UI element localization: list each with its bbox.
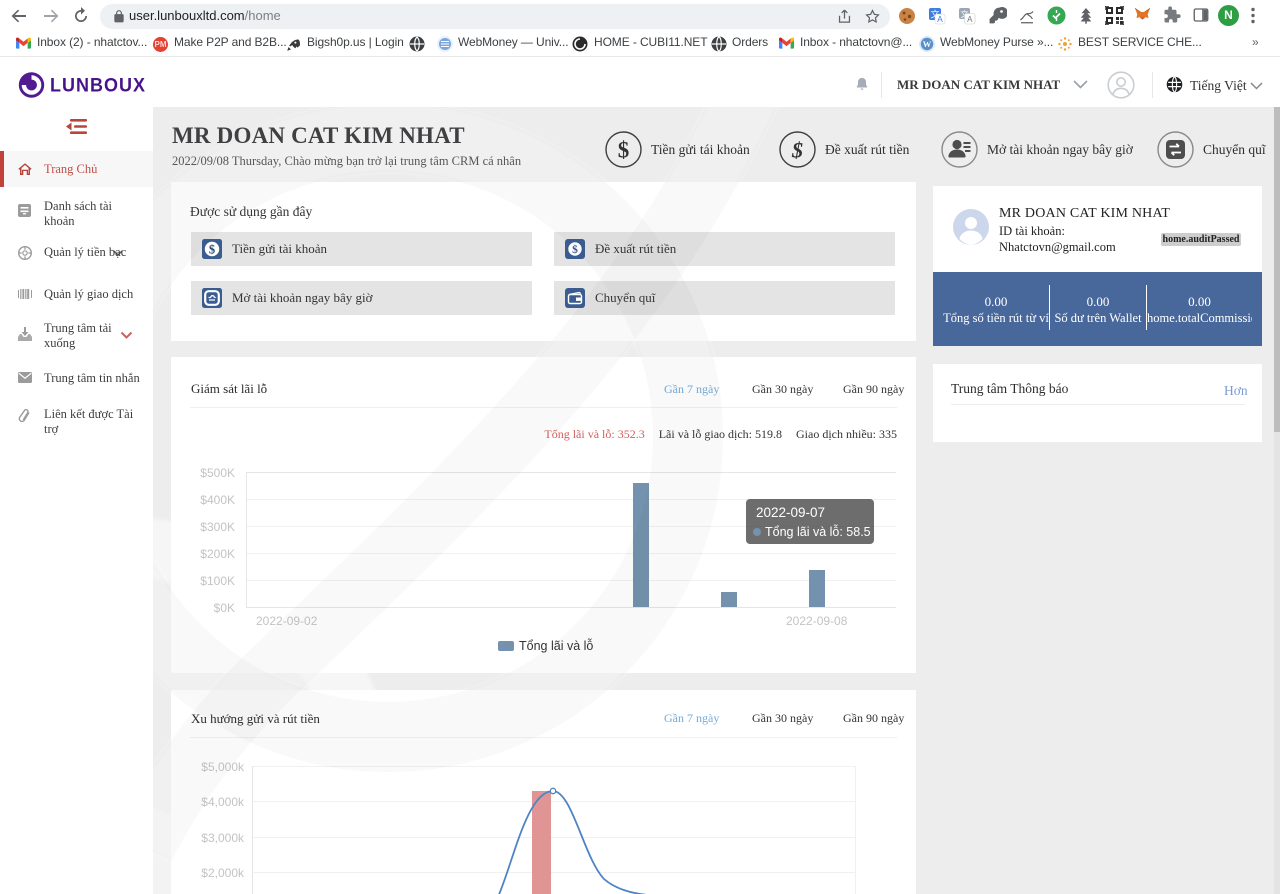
svg-text:$: $	[209, 243, 215, 257]
svg-text:$: $	[618, 138, 630, 163]
svg-text:$: $	[572, 243, 578, 256]
svg-text:W: W	[923, 39, 932, 49]
svg-text:A: A	[937, 14, 943, 24]
svg-text:A: A	[967, 15, 973, 24]
svg-text:$: $	[791, 138, 803, 163]
